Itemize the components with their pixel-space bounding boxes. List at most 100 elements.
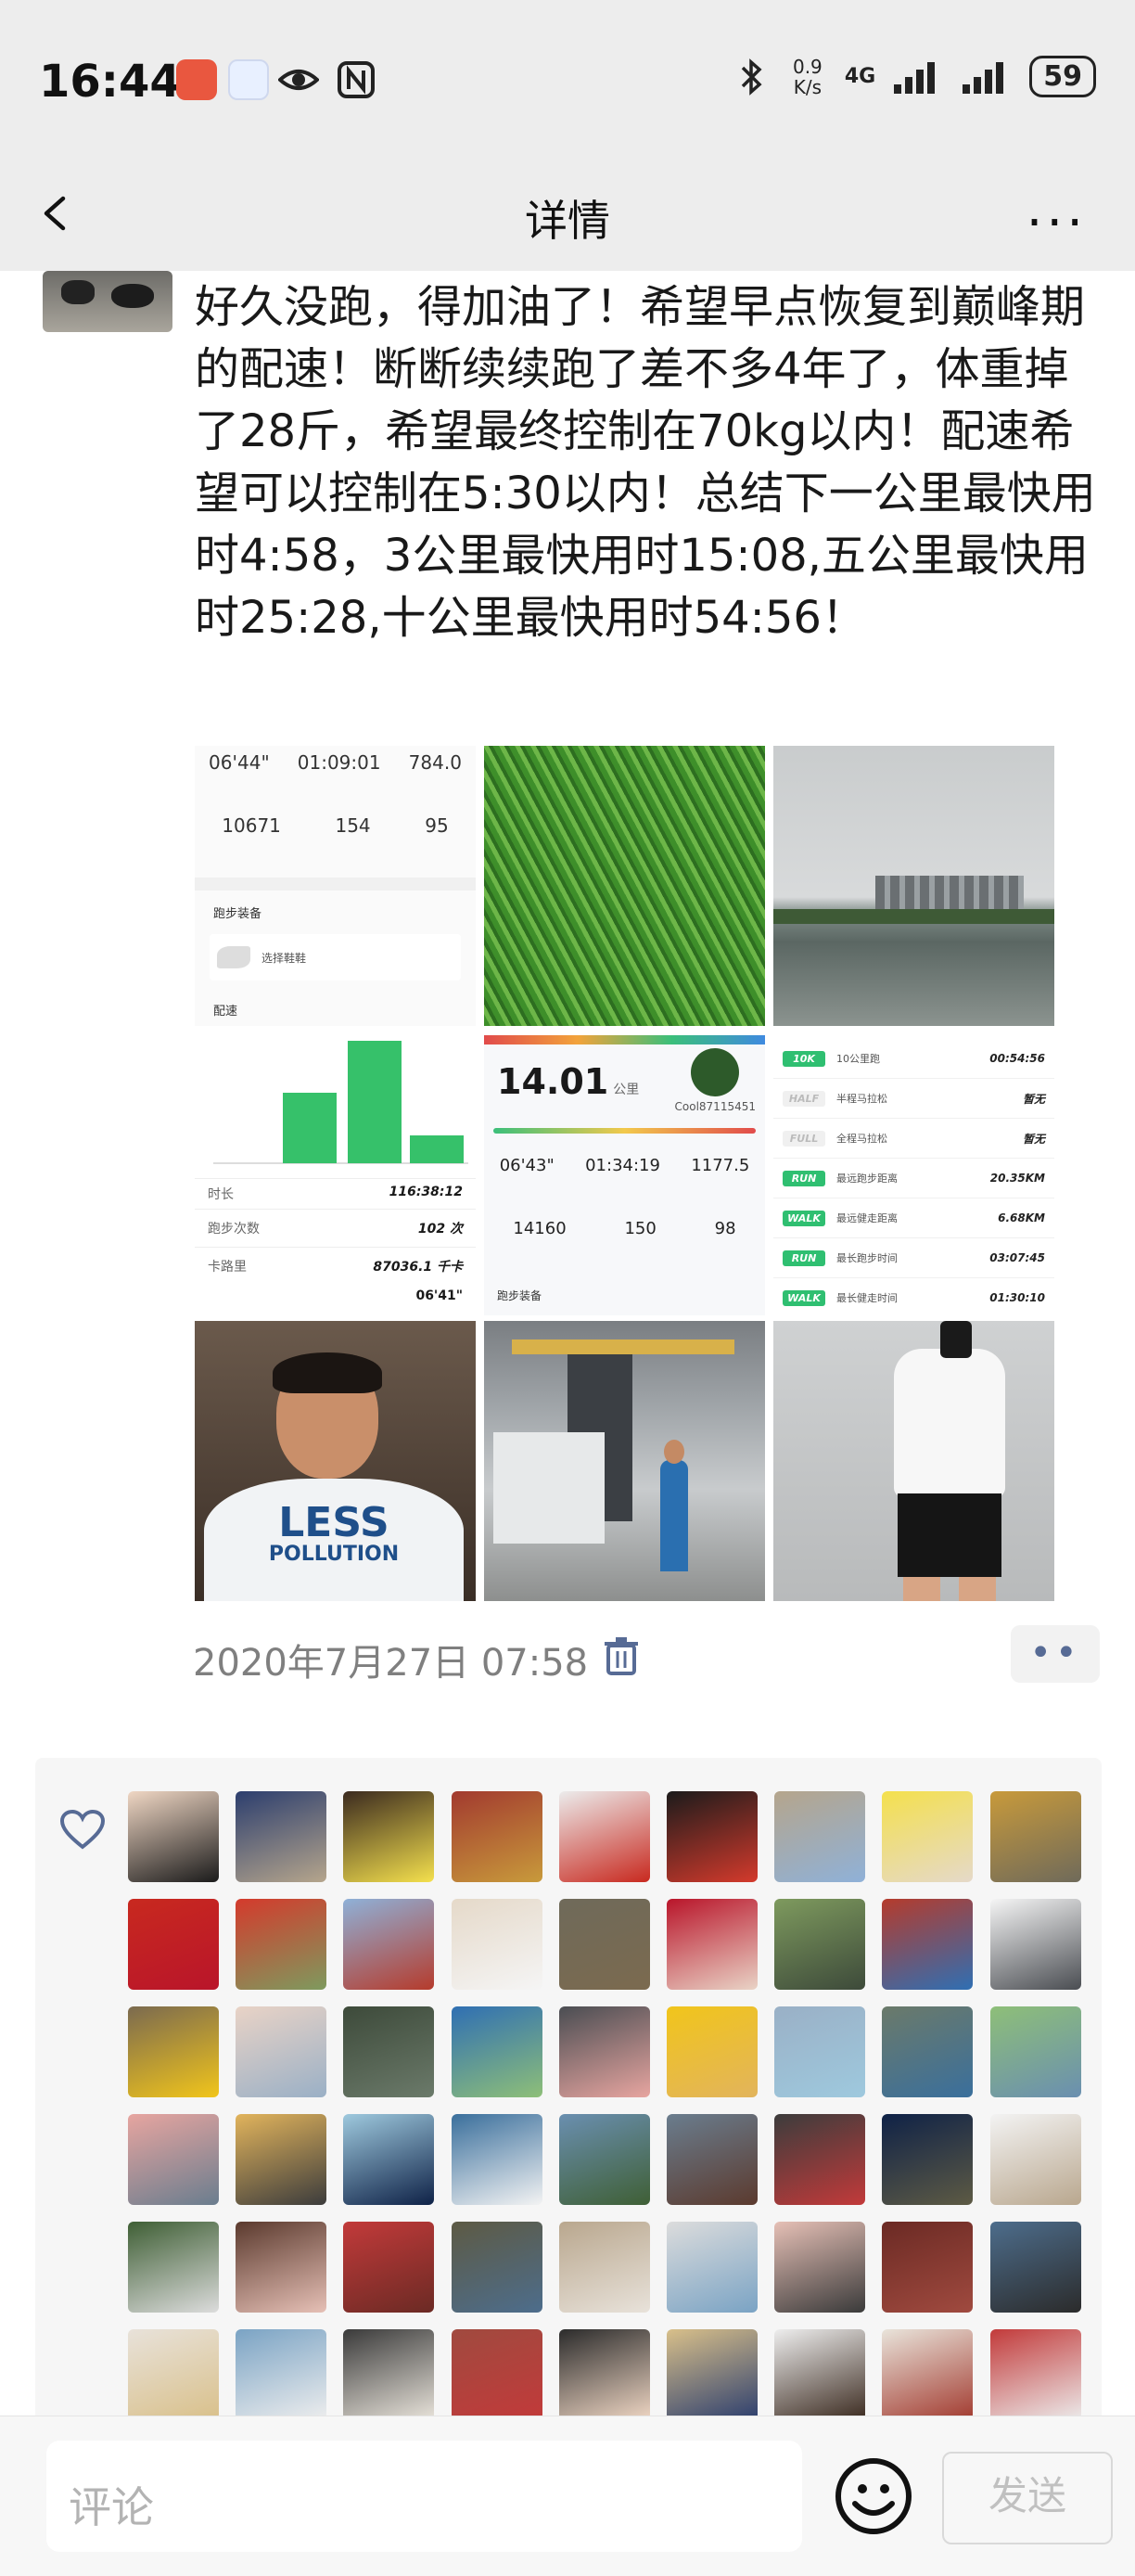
like-avatar[interactable] — [343, 2222, 435, 2313]
like-avatar[interactable] — [128, 2329, 219, 2420]
like-avatar[interactable] — [882, 2329, 974, 2420]
like-avatar[interactable] — [343, 2329, 435, 2420]
like-avatar[interactable] — [128, 1899, 219, 1990]
like-avatar[interactable] — [343, 2114, 435, 2205]
record-label: 全程马拉松 — [836, 1133, 887, 1145]
summary-row: 卡路里 87036.1 千卡 — [195, 1247, 476, 1285]
post-timestamp: 2020年7月27日 07:58 — [193, 1642, 589, 1685]
photo-distance-card[interactable]: 14.01 公里 Cool87115451 06'43" 01:34:19 11… — [484, 1035, 765, 1315]
like-avatar[interactable] — [667, 1791, 758, 1882]
action-menu-button[interactable]: •• — [1011, 1625, 1100, 1683]
like-avatar[interactable] — [882, 1791, 974, 1882]
like-avatar[interactable] — [128, 1791, 219, 1882]
record-tag: WALK — [783, 1289, 825, 1306]
like-avatar[interactable] — [558, 2006, 650, 2097]
like-avatar[interactable] — [774, 2114, 866, 2205]
like-avatar[interactable] — [236, 1899, 327, 1990]
photo-portrait[interactable]: LESS POLLUTION — [195, 1321, 476, 1601]
like-avatar[interactable] — [882, 1899, 974, 1990]
trash-icon[interactable] — [603, 1634, 640, 1677]
like-avatar[interactable] — [451, 2329, 542, 2420]
like-avatar[interactable] — [128, 2006, 219, 2097]
summary-row: 时长 116:38:12 — [195, 1178, 476, 1209]
like-avatar[interactable] — [343, 2006, 435, 2097]
like-avatar[interactable] — [882, 2114, 974, 2205]
record-row: RUN 最远跑步距离 20.35KM — [773, 1159, 1054, 1198]
like-avatar[interactable] — [667, 2006, 758, 2097]
emoji-icon[interactable] — [835, 2457, 912, 2535]
shoe-label: 选择鞋鞋 — [261, 951, 307, 965]
like-avatar[interactable] — [236, 2006, 327, 2097]
record-row: 10K 10公里跑 00:54:56 — [773, 1039, 1054, 1079]
like-avatar[interactable] — [558, 2222, 650, 2313]
like-avatar[interactable] — [451, 2006, 542, 2097]
like-avatar[interactable] — [128, 2222, 219, 2313]
like-avatar[interactable] — [882, 2006, 974, 2097]
like-avatar[interactable] — [989, 2222, 1081, 2313]
like-avatar[interactable] — [558, 2114, 650, 2205]
photo-lake[interactable] — [773, 746, 1054, 1026]
photo-running-stats[interactable]: 06'44" 01:09:01 784.0 10671 154 95 跑步装备 … — [195, 746, 476, 1026]
like-avatar[interactable] — [667, 2222, 758, 2313]
user-name: Cool87115451 — [674, 1100, 756, 1113]
record-label: 最长跑步时间 — [836, 1252, 898, 1264]
likes-panel — [35, 1758, 1102, 2426]
like-avatar[interactable] — [989, 2329, 1081, 2420]
section-label: 跑步装备 — [497, 1289, 542, 1302]
like-avatar[interactable] — [774, 1791, 866, 1882]
section-label: 跑步装备 — [213, 907, 262, 921]
send-button[interactable]: 发送 — [942, 2452, 1113, 2544]
like-avatar[interactable] — [667, 2114, 758, 2205]
stat-value: 784.0 — [408, 751, 462, 774]
record-tag: HALF — [783, 1090, 825, 1107]
status-right: 0.9 K/s 4G 59 — [733, 56, 1096, 97]
summary-label: 跑步次数 — [208, 1222, 260, 1237]
like-avatar[interactable] — [128, 2114, 219, 2205]
like-avatar[interactable] — [343, 1791, 435, 1882]
like-avatar[interactable] — [236, 2222, 327, 2313]
author-avatar[interactable] — [43, 271, 172, 332]
like-avatar[interactable] — [774, 2006, 866, 2097]
summary-label: 卡路里 — [208, 1260, 247, 1275]
like-avatar[interactable] — [667, 2329, 758, 2420]
like-avatar[interactable] — [236, 1791, 327, 1882]
like-avatar[interactable] — [558, 1791, 650, 1882]
photo-grass[interactable] — [484, 746, 765, 1026]
photo-mirror-selfie[interactable] — [773, 1321, 1054, 1601]
like-avatar[interactable] — [774, 2222, 866, 2313]
like-avatar[interactable] — [451, 1899, 542, 1990]
like-avatar[interactable] — [236, 2114, 327, 2205]
like-avatar[interactable] — [989, 1791, 1081, 1882]
stat-value: 06'43" — [499, 1156, 555, 1175]
comment-input[interactable]: 评论 — [46, 2441, 802, 2552]
eye-icon — [278, 70, 319, 90]
stat-value: 06'44" — [209, 751, 270, 774]
like-avatar[interactable] — [236, 2329, 327, 2420]
like-avatar[interactable] — [558, 2329, 650, 2420]
like-avatar[interactable] — [451, 1791, 542, 1882]
like-avatar[interactable] — [989, 1899, 1081, 1990]
photo-factory[interactable] — [484, 1321, 765, 1601]
like-avatar[interactable] — [774, 1899, 866, 1990]
record-label: 最远跑步距离 — [836, 1173, 898, 1185]
like-avatar[interactable] — [343, 1899, 435, 1990]
more-icon[interactable]: ··· — [1027, 193, 1087, 253]
summary-row: 跑步次数 102 次 — [195, 1209, 476, 1247]
stat-value: 1177.5 — [691, 1156, 750, 1175]
network-type: 4G — [844, 65, 876, 88]
like-avatar[interactable] — [451, 2114, 542, 2205]
like-avatar[interactable] — [989, 2006, 1081, 2097]
record-row: FULL 全程马拉松 暂无 — [773, 1119, 1054, 1159]
record-row: WALK 最远健走距离 6.68KM — [773, 1198, 1054, 1238]
summary-value: 102 次 — [417, 1222, 463, 1237]
photo-bar-chart[interactable]: 时长 116:38:12 跑步次数 102 次 卡路里 87036.1 千卡 0… — [195, 1035, 476, 1315]
photo-records[interactable]: 10K 10公里跑 00:54:56 HALF 半程马拉松 暂无 FULL 全程马拉松 暂无 RU… — [773, 1035, 1054, 1315]
like-avatar[interactable] — [667, 1899, 758, 1990]
like-avatar[interactable] — [882, 2222, 974, 2313]
like-avatar[interactable] — [989, 2114, 1081, 2205]
record-label: 最远健走距离 — [836, 1212, 898, 1224]
summary-label: 时长 — [208, 1187, 234, 1202]
like-avatar[interactable] — [558, 1899, 650, 1990]
like-avatar[interactable] — [451, 2222, 542, 2313]
like-avatar[interactable] — [774, 2329, 866, 2420]
